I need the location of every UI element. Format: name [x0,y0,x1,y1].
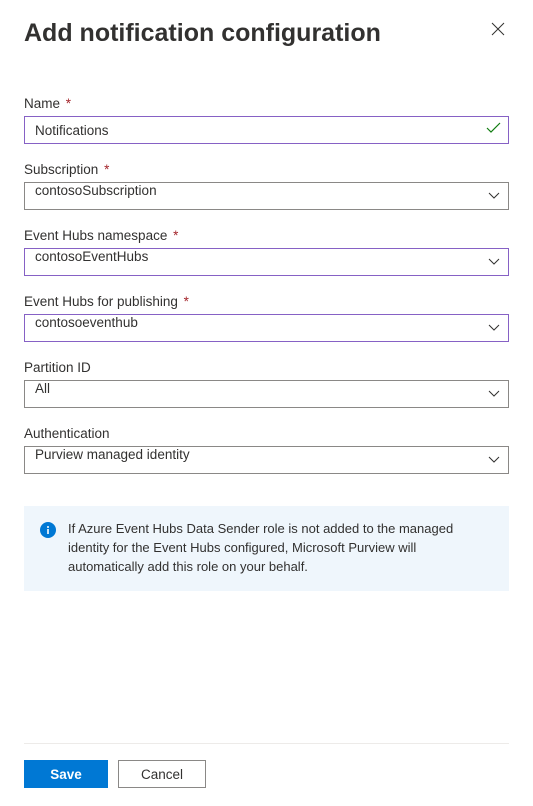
field-partition-id: Partition ID All [24,360,509,408]
page-title: Add notification configuration [24,18,381,48]
eventhubs-publishing-select[interactable]: contosoeventhub [24,314,509,342]
authentication-label: Authentication [24,426,509,441]
cancel-button[interactable]: Cancel [118,760,206,788]
authentication-label-text: Authentication [24,426,110,441]
subscription-label: Subscription * [24,162,509,177]
name-label: Name * [24,96,509,111]
partition-id-select-wrapper: All [24,380,509,408]
info-text: If Azure Event Hubs Data Sender role is … [68,520,493,577]
field-authentication: Authentication Purview managed identity [24,426,509,474]
required-mark: * [66,96,71,111]
subscription-label-text: Subscription [24,162,98,177]
eventhubs-publishing-label-text: Event Hubs for publishing [24,294,178,309]
field-subscription: Subscription * contosoSubscription [24,162,509,210]
panel-header: Add notification configuration [24,18,509,48]
field-name: Name * [24,96,509,144]
info-icon [40,522,56,538]
partition-id-label-text: Partition ID [24,360,91,375]
eventhubs-publishing-select-wrapper: contosoeventhub [24,314,509,342]
subscription-select-wrapper: contosoSubscription [24,182,509,210]
field-eventhubs-namespace: Event Hubs namespace * contosoEventHubs [24,228,509,276]
eventhubs-namespace-label: Event Hubs namespace * [24,228,509,243]
authentication-select[interactable]: Purview managed identity [24,446,509,474]
save-button[interactable]: Save [24,760,108,788]
subscription-select[interactable]: contosoSubscription [24,182,509,210]
info-box: If Azure Event Hubs Data Sender role is … [24,506,509,591]
eventhubs-namespace-select[interactable]: contosoEventHubs [24,248,509,276]
partition-id-label: Partition ID [24,360,509,375]
eventhubs-namespace-label-text: Event Hubs namespace [24,228,167,243]
required-mark: * [173,228,178,243]
eventhubs-publishing-label: Event Hubs for publishing * [24,294,509,309]
check-icon [486,121,501,139]
close-icon [491,22,505,36]
required-mark: * [184,294,189,309]
field-eventhubs-publishing: Event Hubs for publishing * contosoevent… [24,294,509,342]
name-input[interactable] [24,116,509,144]
eventhubs-namespace-select-wrapper: contosoEventHubs [24,248,509,276]
close-button[interactable] [487,18,509,40]
required-mark: * [104,162,109,177]
name-label-text: Name [24,96,60,111]
name-input-wrapper [24,116,509,144]
footer: Save Cancel [24,743,509,788]
authentication-select-wrapper: Purview managed identity [24,446,509,474]
partition-id-select[interactable]: All [24,380,509,408]
